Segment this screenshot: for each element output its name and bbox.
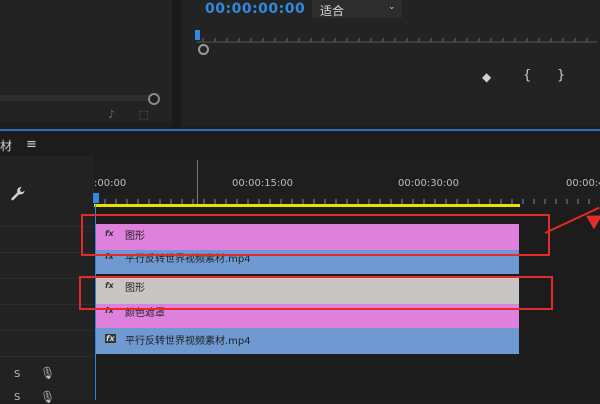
track-divider	[0, 252, 94, 253]
playhead-handle[interactable]	[93, 193, 99, 203]
in-out-marker-line	[197, 160, 198, 204]
solo-toggle[interactable]: S	[14, 369, 20, 380]
wrench-icon[interactable]	[10, 186, 26, 206]
annotation-box	[79, 276, 553, 310]
panel-icons[interactable]: ♪ ⬚	[108, 108, 159, 121]
panel-menu-icon[interactable]: ≡	[26, 137, 37, 152]
zoom-select-label: 适合	[320, 4, 345, 18]
ruler-tick-label: 00:00:4	[566, 178, 600, 189]
video-clip[interactable]: fx 平行反转世界视频素材.mp4	[95, 328, 519, 354]
program-monitor	[182, 0, 600, 125]
mark-in-button[interactable]: {	[523, 68, 531, 83]
ruler-tick-label: 00:00:30:00	[398, 178, 460, 189]
microphone-icon[interactable]: 🎙	[40, 390, 55, 404]
ruler-tick-label: :00:00	[94, 178, 127, 189]
panel-divider[interactable]	[172, 0, 180, 128]
track-divider	[0, 226, 94, 227]
clip-label: 平行反转世界视频素材.mp4	[125, 336, 251, 347]
project-scrollbar[interactable]	[0, 95, 150, 101]
monitor-playhead[interactable]	[195, 30, 200, 40]
chevron-down-icon: ⌄	[388, 2, 396, 12]
fx-badge: fx	[105, 334, 116, 343]
monitor-time-ruler[interactable]	[197, 32, 597, 48]
ruler-tick-label: 00:00:15:00	[232, 178, 294, 189]
solo-toggle[interactable]: S	[14, 392, 20, 403]
scroll-handle[interactable]	[148, 93, 160, 105]
zoom-scroll-handle[interactable]	[198, 44, 209, 55]
track-divider	[0, 356, 94, 357]
annotation-box	[81, 214, 550, 256]
sequence-tab-title[interactable]: 材	[0, 137, 12, 154]
microphone-icon[interactable]: 🎙	[40, 366, 55, 380]
work-area-bar[interactable]	[94, 204, 520, 207]
add-marker-button[interactable]: ◆	[482, 70, 491, 84]
playhead-timecode[interactable]: 00:00:00:00	[205, 1, 305, 17]
track-divider	[0, 330, 94, 331]
project-panel	[0, 0, 172, 122]
mark-out-button[interactable]: }	[557, 68, 565, 83]
